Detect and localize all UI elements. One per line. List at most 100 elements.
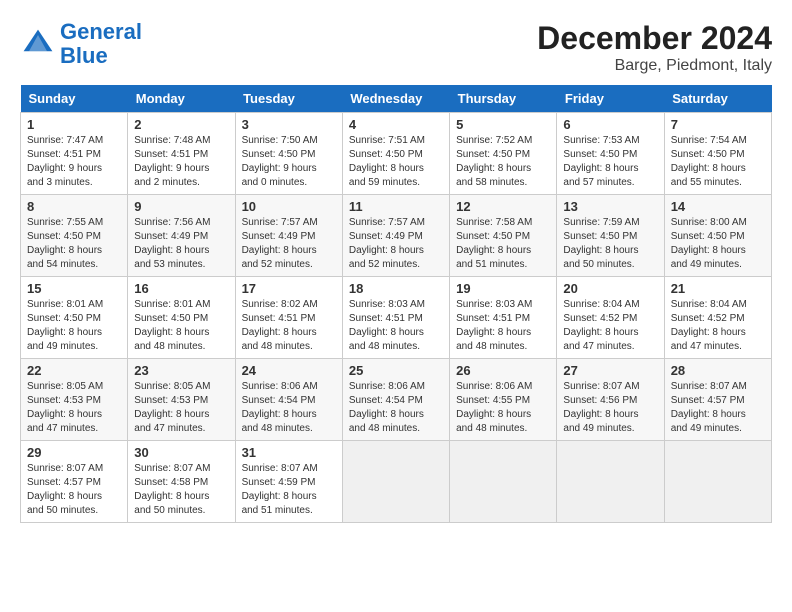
page-subtitle: Barge, Piedmont, Italy	[537, 57, 772, 75]
calendar-cell: 29 Sunrise: 8:07 AM Sunset: 4:57 PM Dayli…	[21, 441, 128, 523]
day-info: Sunrise: 7:58 AM Sunset: 4:50 PM Dayligh…	[456, 216, 550, 272]
calendar-cell: 12 Sunrise: 7:58 AM Sunset: 4:50 PM Dayli…	[450, 195, 557, 277]
calendar-cell: 22 Sunrise: 8:05 AM Sunset: 4:53 PM Dayli…	[21, 359, 128, 441]
calendar-cell: 3Sunrise: 7:50 AM Sunset: 4:50 PM Daylig…	[235, 113, 342, 195]
day-number: 2	[134, 117, 228, 132]
logo-icon	[20, 26, 56, 62]
day-info: Sunrise: 8:06 AM Sunset: 4:55 PM Dayligh…	[456, 380, 550, 436]
calendar-cell: 7 Sunrise: 7:54 AM Sunset: 4:50 PM Daylig…	[664, 113, 771, 195]
calendar-cell	[342, 441, 449, 523]
title-block: December 2024 Barge, Piedmont, Italy	[537, 20, 772, 75]
day-number: 14	[671, 199, 765, 214]
day-info: Sunrise: 8:01 AM Sunset: 4:50 PM Dayligh…	[27, 298, 121, 354]
calendar-cell	[450, 441, 557, 523]
day-info: Sunrise: 7:53 AM Sunset: 4:50 PM Dayligh…	[563, 134, 657, 190]
day-number: 4	[349, 117, 443, 132]
day-info: Sunrise: 8:06 AM Sunset: 4:54 PM Dayligh…	[349, 380, 443, 436]
calendar-cell: 17 Sunrise: 8:02 AM Sunset: 4:51 PM Dayli…	[235, 277, 342, 359]
calendar-cell: 21 Sunrise: 8:04 AM Sunset: 4:52 PM Dayli…	[664, 277, 771, 359]
calendar-cell: 5 Sunrise: 7:52 AM Sunset: 4:50 PM Daylig…	[450, 113, 557, 195]
calendar-cell: 16 Sunrise: 8:01 AM Sunset: 4:50 PM Dayli…	[128, 277, 235, 359]
day-info: Sunrise: 8:07 AM Sunset: 4:57 PM Dayligh…	[671, 380, 765, 436]
weekday-header-saturday: Saturday	[664, 85, 771, 113]
calendar-cell: 4 Sunrise: 7:51 AM Sunset: 4:50 PM Daylig…	[342, 113, 449, 195]
day-info: Sunrise: 7:57 AM Sunset: 4:49 PM Dayligh…	[242, 216, 336, 272]
calendar-cell: 8 Sunrise: 7:55 AM Sunset: 4:50 PM Daylig…	[21, 195, 128, 277]
day-number: 21	[671, 281, 765, 296]
logo: General Blue	[20, 20, 142, 68]
day-number: 18	[349, 281, 443, 296]
day-info: Sunrise: 8:07 AM Sunset: 4:56 PM Dayligh…	[563, 380, 657, 436]
day-number: 20	[563, 281, 657, 296]
day-number: 27	[563, 363, 657, 378]
calendar-cell: 11 Sunrise: 7:57 AM Sunset: 4:49 PM Dayli…	[342, 195, 449, 277]
day-number: 6	[563, 117, 657, 132]
day-info: Sunrise: 8:04 AM Sunset: 4:52 PM Dayligh…	[563, 298, 657, 354]
weekday-header-wednesday: Wednesday	[342, 85, 449, 113]
page-title: December 2024	[537, 20, 772, 57]
day-number: 24	[242, 363, 336, 378]
calendar-cell: 23 Sunrise: 8:05 AM Sunset: 4:53 PM Dayli…	[128, 359, 235, 441]
day-number: 16	[134, 281, 228, 296]
day-info: Sunrise: 8:07 AM Sunset: 4:57 PM Dayligh…	[27, 462, 121, 518]
day-info: Sunrise: 7:47 AM Sunset: 4:51 PM Dayligh…	[27, 134, 121, 190]
day-info: Sunrise: 8:05 AM Sunset: 4:53 PM Dayligh…	[134, 380, 228, 436]
day-number: 31	[242, 445, 336, 460]
calendar-cell: 13Sunrise: 7:59 AM Sunset: 4:50 PM Dayli…	[557, 195, 664, 277]
day-number: 11	[349, 199, 443, 214]
day-info: Sunrise: 8:05 AM Sunset: 4:53 PM Dayligh…	[27, 380, 121, 436]
calendar-cell: 18 Sunrise: 8:03 AM Sunset: 4:51 PM Dayli…	[342, 277, 449, 359]
weekday-header-sunday: Sunday	[21, 85, 128, 113]
page-header: General Blue December 2024 Barge, Piedmo…	[20, 20, 772, 75]
day-info: Sunrise: 7:52 AM Sunset: 4:50 PM Dayligh…	[456, 134, 550, 190]
calendar-cell	[664, 441, 771, 523]
day-number: 22	[27, 363, 121, 378]
day-info: Sunrise: 7:48 AM Sunset: 4:51 PM Dayligh…	[134, 134, 228, 190]
calendar-cell: 6 Sunrise: 7:53 AM Sunset: 4:50 PM Daylig…	[557, 113, 664, 195]
day-info: Sunrise: 7:51 AM Sunset: 4:50 PM Dayligh…	[349, 134, 443, 190]
day-info: Sunrise: 7:54 AM Sunset: 4:50 PM Dayligh…	[671, 134, 765, 190]
day-info: Sunrise: 8:07 AM Sunset: 4:58 PM Dayligh…	[134, 462, 228, 518]
calendar-cell	[557, 441, 664, 523]
day-number: 26	[456, 363, 550, 378]
day-number: 12	[456, 199, 550, 214]
day-info: Sunrise: 8:07 AM Sunset: 4:59 PM Dayligh…	[242, 462, 336, 518]
weekday-header-tuesday: Tuesday	[235, 85, 342, 113]
logo-text: General Blue	[60, 20, 142, 68]
weekday-header-friday: Friday	[557, 85, 664, 113]
day-number: 19	[456, 281, 550, 296]
weekday-header-thursday: Thursday	[450, 85, 557, 113]
day-number: 9	[134, 199, 228, 214]
day-number: 25	[349, 363, 443, 378]
day-info: Sunrise: 8:03 AM Sunset: 4:51 PM Dayligh…	[456, 298, 550, 354]
day-info: Sunrise: 8:04 AM Sunset: 4:52 PM Dayligh…	[671, 298, 765, 354]
day-number: 29	[27, 445, 121, 460]
day-info: Sunrise: 7:57 AM Sunset: 4:49 PM Dayligh…	[349, 216, 443, 272]
calendar-cell: 20 Sunrise: 8:04 AM Sunset: 4:52 PM Dayli…	[557, 277, 664, 359]
day-info: Sunrise: 7:55 AM Sunset: 4:50 PM Dayligh…	[27, 216, 121, 272]
day-number: 28	[671, 363, 765, 378]
calendar-cell: 25 Sunrise: 8:06 AM Sunset: 4:54 PM Dayli…	[342, 359, 449, 441]
day-number: 7	[671, 117, 765, 132]
day-info: Sunrise: 8:01 AM Sunset: 4:50 PM Dayligh…	[134, 298, 228, 354]
weekday-header-monday: Monday	[128, 85, 235, 113]
day-info: Sunrise: 8:02 AM Sunset: 4:51 PM Dayligh…	[242, 298, 336, 354]
calendar-cell: 26 Sunrise: 8:06 AM Sunset: 4:55 PM Dayli…	[450, 359, 557, 441]
day-number: 13	[563, 199, 657, 214]
calendar-cell: 10Sunrise: 7:57 AM Sunset: 4:49 PM Dayli…	[235, 195, 342, 277]
calendar-cell: 31 Sunrise: 8:07 AM Sunset: 4:59 PM Dayli…	[235, 441, 342, 523]
day-number: 5	[456, 117, 550, 132]
calendar-cell: 19 Sunrise: 8:03 AM Sunset: 4:51 PM Dayli…	[450, 277, 557, 359]
day-number: 23	[134, 363, 228, 378]
calendar-cell: 27 Sunrise: 8:07 AM Sunset: 4:56 PM Dayli…	[557, 359, 664, 441]
day-number: 8	[27, 199, 121, 214]
day-number: 1	[27, 117, 121, 132]
calendar-cell: 14Sunrise: 8:00 AM Sunset: 4:50 PM Dayli…	[664, 195, 771, 277]
day-info: Sunrise: 7:50 AM Sunset: 4:50 PM Dayligh…	[242, 134, 336, 190]
day-info: Sunrise: 8:06 AM Sunset: 4:54 PM Dayligh…	[242, 380, 336, 436]
day-number: 17	[242, 281, 336, 296]
calendar-cell: 1 Sunrise: 7:47 AM Sunset: 4:51 PM Daylig…	[21, 113, 128, 195]
calendar-cell: 2 Sunrise: 7:48 AM Sunset: 4:51 PM Daylig…	[128, 113, 235, 195]
day-info: Sunrise: 8:03 AM Sunset: 4:51 PM Dayligh…	[349, 298, 443, 354]
calendar-cell: 30Sunrise: 8:07 AM Sunset: 4:58 PM Dayli…	[128, 441, 235, 523]
